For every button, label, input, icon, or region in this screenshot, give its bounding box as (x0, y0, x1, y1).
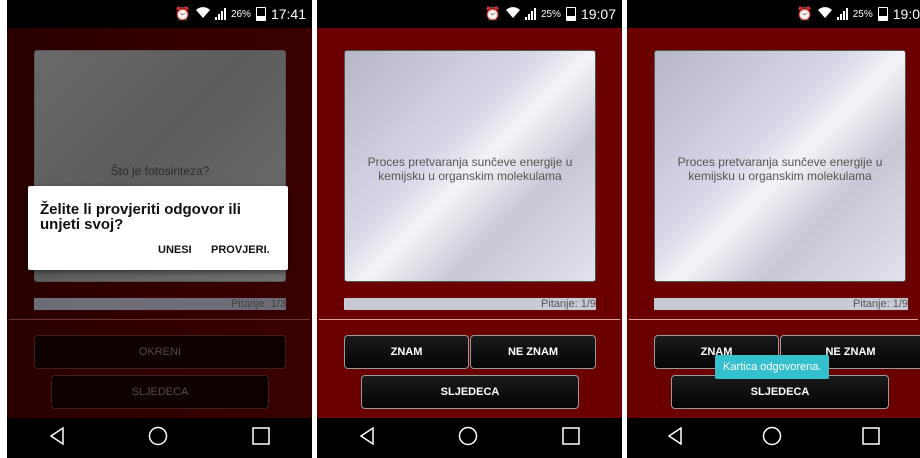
status-bar: ⏰ 25% 19:0 (627, 0, 920, 28)
battery-icon (877, 7, 888, 21)
clock: 19:0 (892, 6, 920, 22)
wifi-icon (505, 6, 520, 22)
next-button[interactable]: SLJEDECA (671, 375, 889, 409)
home-icon[interactable] (762, 426, 782, 451)
flashcard[interactable]: Proces pretvaranja sunčeve energije u ke… (344, 50, 596, 282)
progress-label: Pitanje: 1/9 (852, 298, 908, 310)
divider (319, 319, 620, 320)
navigation-bar (7, 418, 312, 458)
enter-answer-button[interactable]: UNESI (158, 244, 192, 256)
divider (629, 319, 918, 320)
card-text: Proces pretvaranja sunčeve energije u ke… (367, 155, 573, 183)
home-icon[interactable] (148, 426, 168, 451)
back-icon[interactable] (667, 426, 683, 450)
dont-know-button-label: NE ZNAM (507, 346, 559, 358)
status-bar: ⏰ 26% 17:41 (7, 0, 312, 28)
flashcard[interactable]: Proces pretvaranja sunčeve energije u ke… (654, 50, 906, 282)
next-button-label: SLJEDECA (750, 386, 810, 398)
divider (9, 319, 310, 320)
progress-bar: Pitanje: 1/9 (654, 298, 908, 310)
wifi-icon (195, 6, 210, 22)
navigation-bar (627, 418, 920, 458)
home-icon[interactable] (458, 426, 478, 451)
battery-icon (565, 7, 576, 21)
phone-screen-1: ⏰ 26% 17:41 Što je fotosinteza? Pitanje:… (7, 0, 312, 458)
battery-icon (255, 7, 266, 21)
card-text: Što je fotosinteza? (110, 164, 210, 178)
wifi-icon (817, 6, 832, 22)
back-icon[interactable] (359, 426, 375, 450)
next-button-label: SLJEDECA (440, 386, 500, 398)
flip-button-label: OKRENI (138, 346, 182, 358)
back-icon[interactable] (49, 426, 65, 450)
dont-know-button-label: NE ZNAM (825, 346, 876, 358)
recent-apps-icon[interactable] (252, 426, 270, 450)
battery-percent: 26% (230, 8, 251, 20)
dialog-title: Želite li provjeriti odgovor ili unjeti … (40, 201, 241, 233)
signal-icon (524, 8, 536, 20)
answer-dialog: Želite li provjeriti odgovor ili unjeti … (28, 186, 288, 270)
alarm-icon: ⏰ (484, 6, 501, 22)
progress-bar: Pitanje: 1/9 (344, 298, 596, 310)
app-content: Proces pretvaranja sunčeve energije u ke… (627, 28, 920, 418)
flip-button[interactable]: OKRENI (34, 335, 286, 369)
clock: 19:07 (580, 6, 616, 22)
clock: 17:41 (270, 6, 306, 22)
check-answer-button[interactable]: PROVJERI. (211, 244, 270, 256)
signal-icon (836, 8, 848, 20)
toast-message: Kartica odgovorena. (715, 355, 830, 379)
card-text: Proces pretvaranja sunčeve energije u ke… (677, 155, 883, 183)
alarm-icon: ⏰ (174, 6, 191, 22)
phone-screen-2: ⏰ 25% 19:07 Proces pretvaranja sunčeve e… (317, 0, 622, 458)
recent-apps-icon[interactable] (862, 426, 880, 450)
next-button-label: SLJEDECA (131, 386, 189, 398)
next-button[interactable]: SLJEDECA (51, 375, 269, 409)
battery-percent: 25% (852, 8, 873, 20)
next-button[interactable]: SLJEDECA (361, 375, 579, 409)
battery-percent: 25% (540, 8, 561, 20)
navigation-bar (317, 418, 622, 458)
app-content: Proces pretvaranja sunčeve energije u ke… (317, 28, 622, 418)
know-button-label: ZNAM (390, 346, 423, 358)
know-button[interactable]: ZNAM (344, 335, 469, 369)
dont-know-button[interactable]: NE ZNAM (470, 335, 596, 369)
recent-apps-icon[interactable] (562, 426, 580, 450)
progress-label: Pitanje: 1/9 (540, 298, 596, 310)
progress-bar: Pitanje: 1/3 (34, 298, 286, 310)
alarm-icon: ⏰ (796, 6, 813, 22)
phone-screen-3: ⏰ 25% 19:0 Proces pretvaranja sunčeve en… (627, 0, 920, 458)
progress-label: Pitanje: 1/3 (230, 298, 286, 310)
app-content: Što je fotosinteza? Pitanje: 1/3 OKRENI … (7, 28, 312, 418)
status-bar: ⏰ 25% 19:07 (317, 0, 622, 28)
signal-icon (214, 8, 226, 20)
